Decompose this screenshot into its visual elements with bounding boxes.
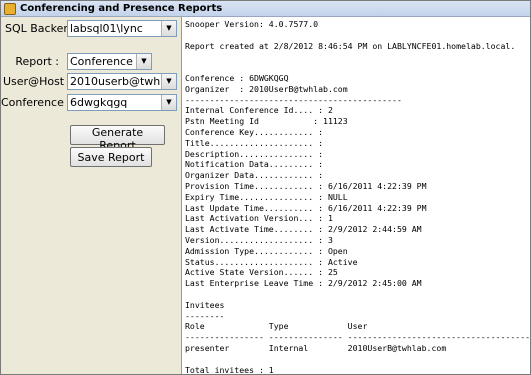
userhost-label: User@Host : — [3, 75, 72, 88]
chevron-down-icon[interactable]: ▼ — [161, 21, 176, 36]
save-report-button[interactable]: Save Report — [70, 147, 152, 167]
app-window: Conferencing and Presence Reports SQL Ba… — [0, 0, 531, 375]
userhost-select[interactable]: 2010userb@twhlab.com ▼ — [67, 73, 177, 90]
title-bar: Conferencing and Presence Reports — [1, 1, 530, 17]
chevron-down-icon[interactable]: ▼ — [136, 54, 151, 69]
report-select[interactable]: Conference ▼ — [67, 53, 152, 70]
sql-backend-value: labsql01\lync — [70, 22, 143, 35]
report-output-panel[interactable]: Snooper Version: 4.0.7577.0 Report creat… — [181, 17, 530, 374]
report-output-text: Snooper Version: 4.0.7577.0 Report creat… — [185, 19, 530, 374]
conference-id-label: Conference Id : — [1, 96, 85, 109]
chevron-down-icon[interactable]: ▼ — [161, 74, 176, 89]
form-panel: SQL Backend : labsql01\lync ▼ Report : C… — [1, 17, 181, 374]
report-label: Report : — [15, 55, 59, 68]
report-value: Conference — [70, 55, 133, 68]
generate-report-button[interactable]: Generate Report — [70, 125, 165, 152]
window-title: Conferencing and Presence Reports — [20, 3, 223, 14]
sql-backend-label: SQL Backend : — [5, 22, 85, 35]
conference-id-select[interactable]: 6dwgkqgq ▼ — [67, 94, 177, 111]
chevron-down-icon[interactable]: ▼ — [161, 95, 176, 110]
conference-id-value: 6dwgkqgq — [70, 96, 128, 109]
app-icon — [4, 2, 16, 15]
sql-backend-select[interactable]: labsql01\lync ▼ — [67, 20, 177, 37]
